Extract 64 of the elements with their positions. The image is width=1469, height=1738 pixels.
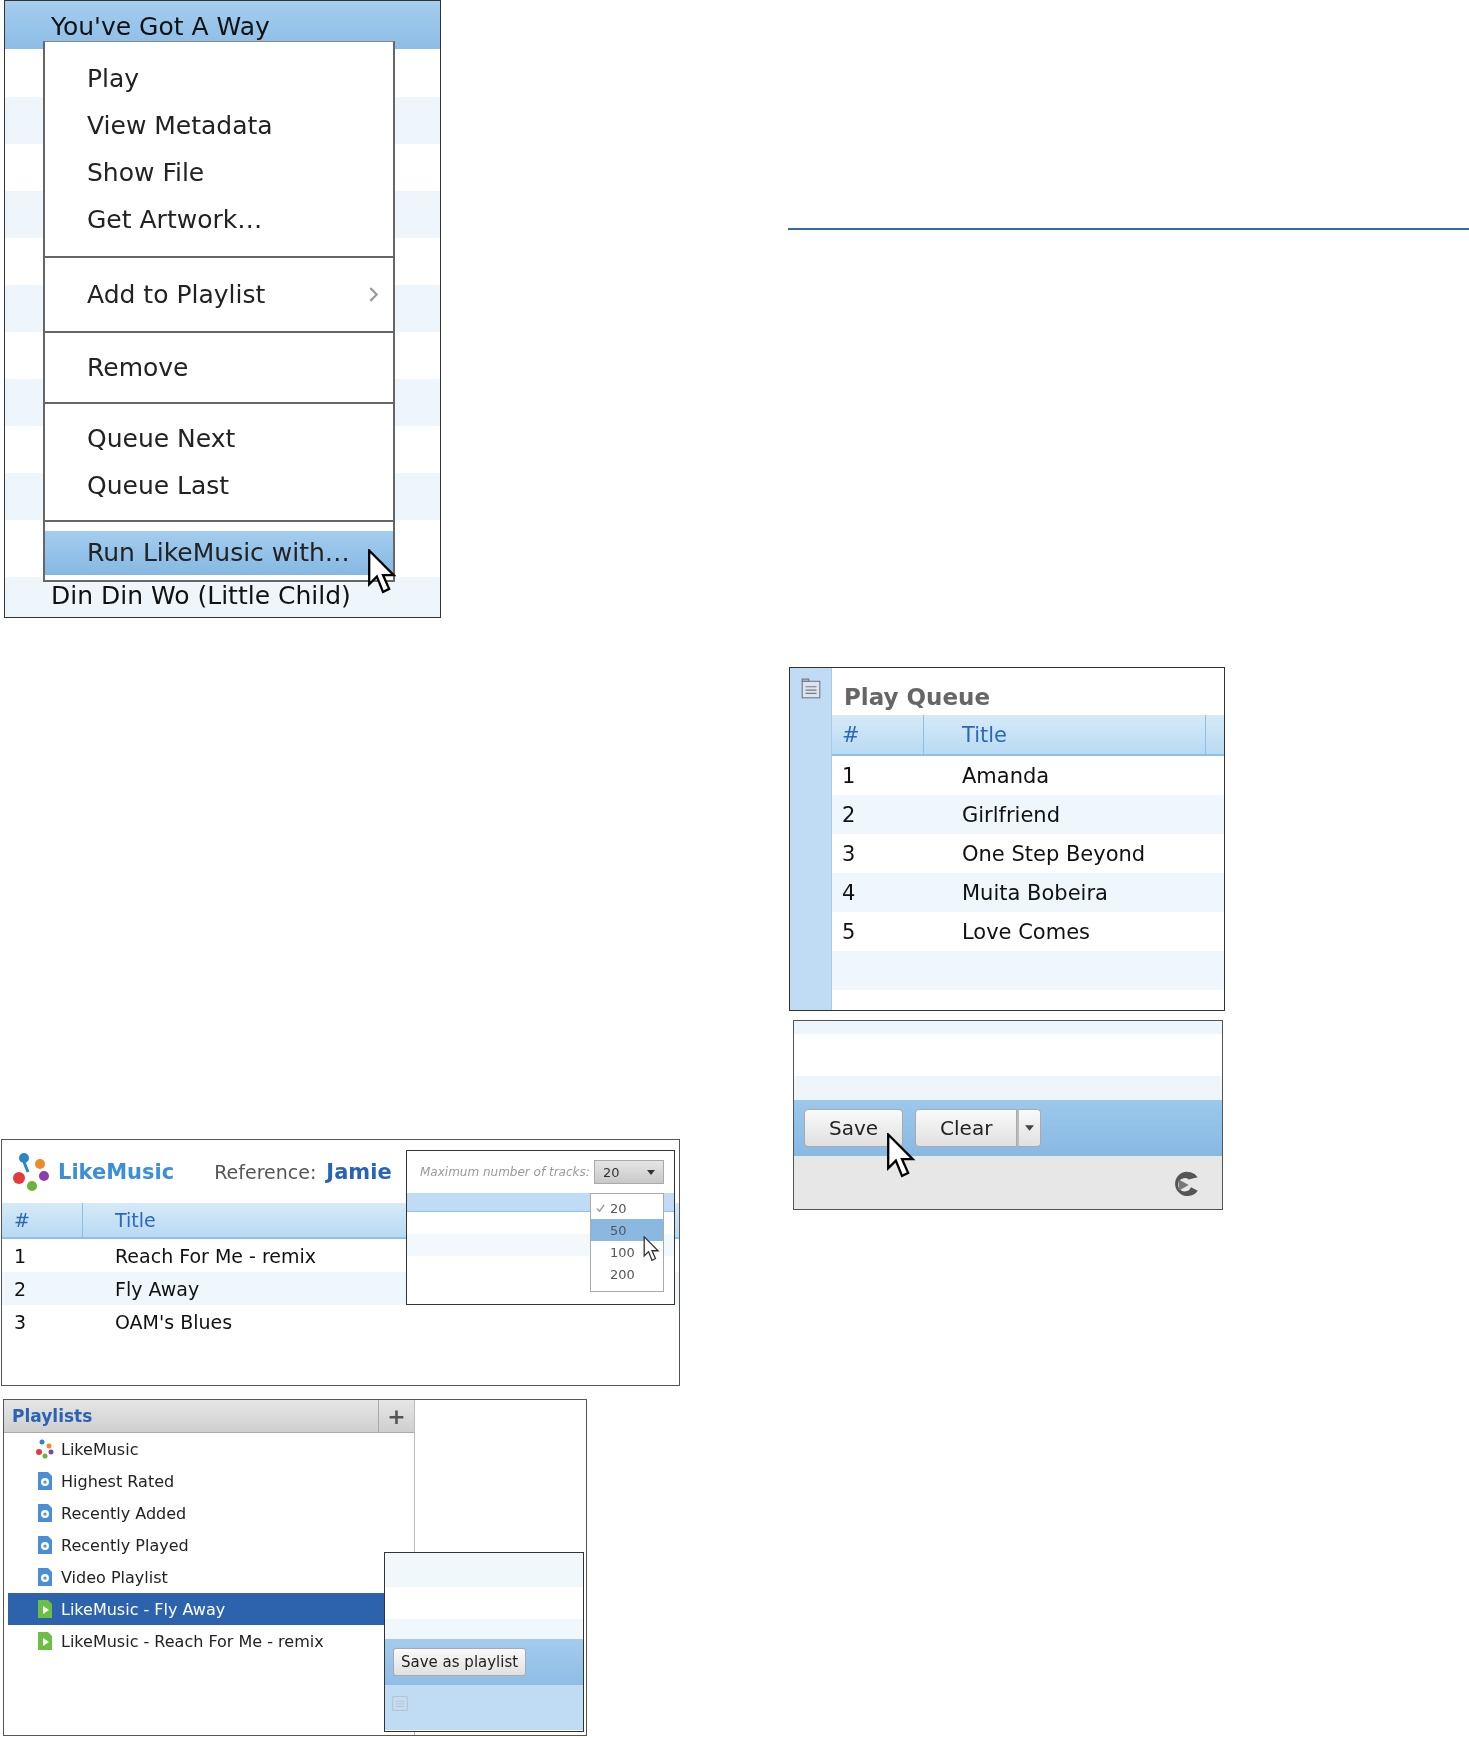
playlist-item[interactable]: Recently Played xyxy=(4,1529,414,1561)
table-cell-text: Girlfriend xyxy=(961,801,1061,829)
column-header[interactable]: Title xyxy=(83,1203,156,1237)
tracks-dropdown[interactable]: 20 xyxy=(594,1160,664,1184)
pointer-cursor-icon xyxy=(643,1236,661,1262)
menu-item[interactable]: Get Artwork… xyxy=(45,196,393,243)
panel-title: Play Queue xyxy=(843,683,992,712)
gear-document-icon xyxy=(35,1535,55,1555)
playlist-item[interactable]: Highest Rated xyxy=(4,1465,414,1497)
table-cell-text: 3 xyxy=(13,1309,28,1335)
column-header[interactable]: # xyxy=(832,715,924,754)
menu-item[interactable]: Show File xyxy=(45,149,393,196)
dropdown-button[interactable] xyxy=(1017,1109,1042,1147)
add-button[interactable]: + xyxy=(378,1400,414,1432)
chevron-right-icon xyxy=(368,285,379,303)
table-cell-text: Reach For Me - remix xyxy=(114,1243,317,1269)
menu-item[interactable]: Queue Last xyxy=(45,462,393,509)
column-header[interactable]: Title xyxy=(924,715,1206,754)
pointer-cursor-icon xyxy=(886,1133,918,1179)
menu-item[interactable]: View Metadata xyxy=(45,102,393,149)
brand-name: LikeMusic xyxy=(58,1159,175,1184)
play-document-icon xyxy=(35,1599,55,1619)
caret-icon xyxy=(1025,1125,1035,1131)
column-header[interactable]: # xyxy=(2,1203,83,1237)
table-cell-text: One Step Beyond xyxy=(961,840,1147,868)
pinwheel-icon xyxy=(35,1439,55,1459)
table-cell-text: 3 xyxy=(841,840,857,868)
document-icon xyxy=(799,678,822,700)
menu-item[interactable]: Queue Next xyxy=(45,415,393,462)
table-cell-text: 5 xyxy=(841,918,857,946)
dropdown-option[interactable]: 20 xyxy=(591,1197,663,1219)
gear-document-icon xyxy=(35,1567,55,1587)
caret-icon xyxy=(647,1169,655,1175)
table-cell-text: OAM's Blues xyxy=(114,1309,233,1335)
table-cell-text: 4 xyxy=(841,879,857,907)
menu-item[interactable]: Play xyxy=(45,55,393,102)
play-document-icon xyxy=(35,1631,55,1651)
table-cell-text: Muita Bobeira xyxy=(961,879,1109,907)
table-cell-text: 1 xyxy=(841,762,857,790)
table-cell-text: Fly Away xyxy=(114,1276,200,1302)
playlist-item[interactable]: Recently Added xyxy=(4,1497,414,1529)
dropdown-option[interactable]: 200 xyxy=(591,1263,663,1285)
clear-button[interactable]: Clear xyxy=(915,1109,1018,1147)
menu-item[interactable]: Add to Playlist xyxy=(45,271,393,318)
reference-label: Reference: xyxy=(214,1160,317,1183)
panel-title: Playlists xyxy=(11,1405,94,1428)
menu-item[interactable]: Run LikeMusic with… xyxy=(45,531,393,575)
dropdown-option[interactable]: 50 xyxy=(591,1219,663,1241)
table-cell-text: 2 xyxy=(13,1276,28,1302)
save-as-playlist-button[interactable]: Save as playlist xyxy=(393,1648,527,1676)
table-cell-text: Love Comes xyxy=(961,918,1092,946)
menu-item[interactable]: Remove xyxy=(45,344,393,391)
dropdown-option[interactable]: 100 xyxy=(591,1241,663,1263)
document-icon xyxy=(391,1693,409,1713)
gear-document-icon xyxy=(35,1503,55,1523)
table-cell-text: Amanda xyxy=(961,762,1051,790)
playlist-item[interactable]: LikeMusic xyxy=(4,1433,414,1465)
gear-document-icon xyxy=(35,1471,55,1491)
table-cell-text: 2 xyxy=(841,801,857,829)
setting-label: Maximum number of tracks: xyxy=(420,1165,590,1179)
playlist-item[interactable]: Video Playlist xyxy=(4,1561,414,1593)
save-button[interactable]: Save xyxy=(804,1109,904,1147)
reference-value: Jamie xyxy=(326,1159,392,1184)
table-cell-text: 1 xyxy=(13,1243,28,1269)
